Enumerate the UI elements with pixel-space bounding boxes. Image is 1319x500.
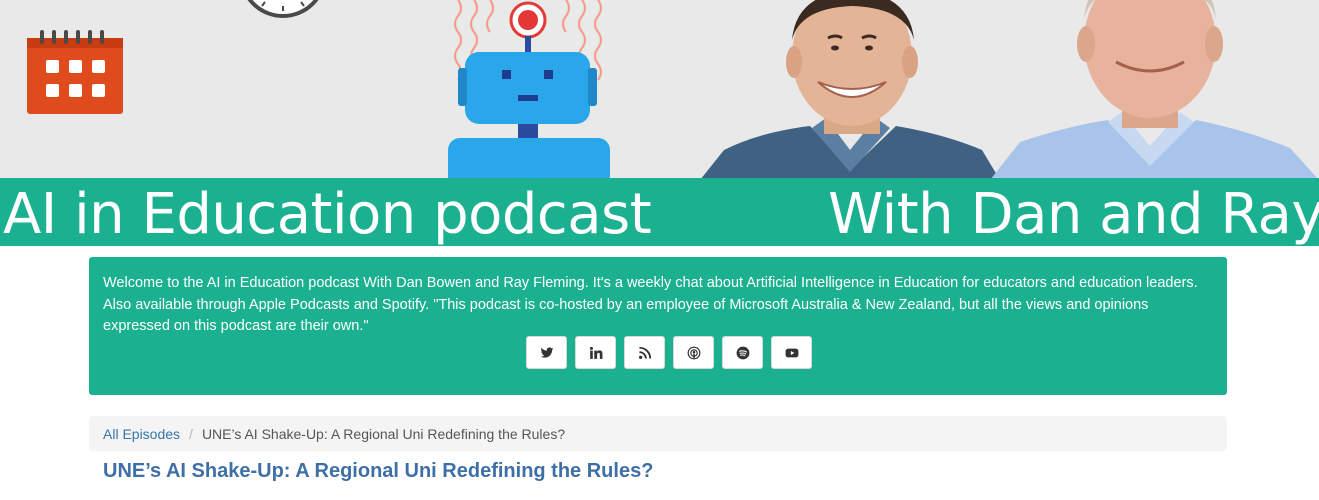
linkedin-icon — [589, 346, 602, 359]
linkedin-button[interactable] — [575, 336, 616, 369]
banner-subtitle: With Dan and Ray — [828, 184, 1319, 246]
spotify-icon — [736, 346, 749, 359]
breadcrumb-current: UNE’s AI Shake-Up: A Regional Uni Redefi… — [201, 425, 566, 442]
host-photo-ray — [990, 0, 1319, 180]
twitter-button[interactable] — [526, 336, 567, 369]
intro-text: Welcome to the AI in Education podcast W… — [103, 275, 1198, 334]
intro-panel: Welcome to the AI in Education podcast W… — [89, 257, 1227, 395]
calendar-icon — [27, 30, 123, 114]
robot-icon — [448, 0, 610, 180]
youtube-icon — [785, 348, 798, 357]
episode-title: UNE’s AI Shake-Up: A Regional Uni Redefi… — [103, 460, 654, 482]
apple-podcasts-button[interactable] — [673, 336, 714, 369]
spotify-button[interactable] — [722, 336, 763, 369]
rss-button[interactable] — [624, 336, 665, 369]
breadcrumb: All Episodes / UNE’s AI Shake-Up: A Regi… — [89, 416, 1227, 451]
host-photo-dan — [700, 0, 1000, 180]
breadcrumb-all-episodes-link[interactable]: All Episodes — [103, 426, 180, 442]
podcast-banner: AI in Education podcast With Dan and Ray — [0, 0, 1319, 246]
rss-icon — [638, 346, 651, 359]
youtube-button[interactable] — [771, 336, 812, 369]
twitter-icon — [540, 346, 553, 358]
clock-icon — [247, 0, 319, 18]
apple-podcasts-icon — [687, 346, 700, 359]
breadcrumb-separator: / — [189, 425, 193, 442]
banner-title: AI in Education podcast — [3, 182, 652, 246]
social-links — [526, 336, 812, 369]
